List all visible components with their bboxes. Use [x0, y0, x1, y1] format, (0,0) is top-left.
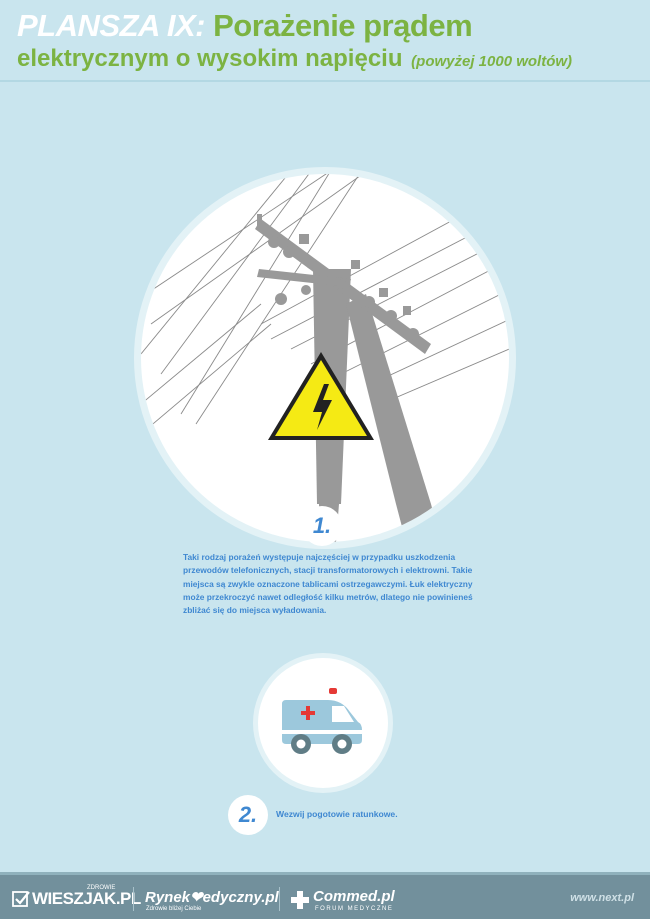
pole-body [255, 219, 441, 542]
title-main: Porażenie prądem [213, 8, 473, 43]
footer-separator [279, 887, 280, 911]
wieszjak-logo[interactable]: WIESZJAK.PL [32, 889, 141, 909]
next-site-link[interactable]: www.next.pl [570, 892, 634, 904]
footer-separator [133, 887, 134, 911]
step-1-number: 1. [302, 506, 342, 546]
header-divider [0, 80, 650, 82]
step-2-text: Wezwij pogotowie ratunkowe. [276, 809, 398, 819]
check-icon [12, 891, 30, 907]
power-pole-illustration [141, 174, 509, 542]
footer: ZDROWIE WIESZJAK.PL Rynek❤edyczny.pl Zdr… [0, 872, 650, 919]
ambulance-badge [258, 658, 388, 788]
title-continuation: elektrycznym o wysokim napięciu [17, 45, 403, 72]
rynek-medyczny-tagline: Zdrowie bliżej Ciebie [146, 906, 202, 912]
commed-logo[interactable]: Commed.pl [313, 888, 395, 905]
power-pole-icon [141, 174, 509, 542]
plansza-label: PLANSZA IX: [17, 8, 205, 43]
commed-tagline: FORUM MEDYCZNE [315, 906, 394, 912]
header: PLANSZA IX: Porażenie prądem elektryczny… [0, 0, 650, 80]
title-line-2: elektrycznym o wysokim napięciu (powyżej… [17, 45, 572, 73]
step-1-text: Taki rodzaj porażeń występuje najczęście… [183, 552, 473, 616]
step-2-number: 2. [228, 795, 268, 835]
title-note: (powyżej 1000 woltów) [411, 53, 573, 70]
ambulance-icon [282, 688, 362, 754]
title-line-1: PLANSZA IX: Porażenie prądem [17, 8, 473, 44]
rynek-medyczny-logo[interactable]: Rynek❤edyczny.pl [145, 888, 279, 906]
medical-cross-icon [291, 891, 309, 909]
